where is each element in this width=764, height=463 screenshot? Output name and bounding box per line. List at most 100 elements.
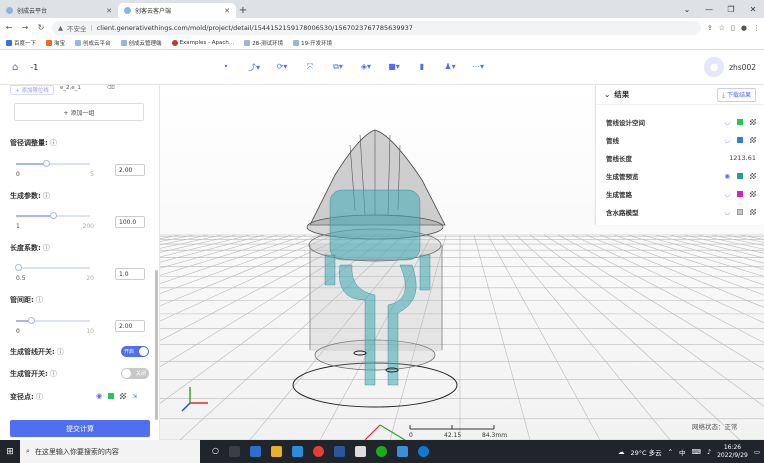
- more-icon[interactable]: ⋯▾: [470, 62, 486, 73]
- slider-handle[interactable]: [27, 317, 35, 324]
- eye-closed-icon[interactable]: ◡: [724, 190, 730, 198]
- pipe-diameter-slider[interactable]: [16, 160, 90, 167]
- windows-start-icon[interactable]: ⊞: [0, 440, 20, 463]
- pipe-diameter-input[interactable]: 2.00: [115, 164, 145, 176]
- bookmark-item[interactable]: 19-开发环境: [293, 39, 332, 47]
- slider-handle[interactable]: [50, 212, 57, 219]
- eye-closed-icon[interactable]: ◡: [724, 136, 730, 144]
- pipe-spacing-input[interactable]: 2.00: [115, 320, 145, 332]
- user-menu[interactable]: ● zhs002: [704, 57, 756, 77]
- color-swatch[interactable]: [737, 119, 743, 125]
- pick-icon[interactable]: ⇲: [132, 393, 137, 400]
- share-icon[interactable]: ⇪: [707, 24, 713, 32]
- app-icon[interactable]: [249, 446, 261, 457]
- submit-button[interactable]: 提交计算: [10, 420, 150, 437]
- sidebar-icon[interactable]: ▯: [731, 24, 735, 32]
- eye-closed-icon[interactable]: ◡: [724, 118, 730, 126]
- fit-icon[interactable]: ⤧: [302, 62, 318, 73]
- bookmark-item[interactable]: Examples - Apach...: [171, 40, 234, 46]
- volume-icon[interactable]: ♪: [707, 448, 711, 456]
- add-group-button[interactable]: + 添加一组: [14, 103, 144, 121]
- weather-text[interactable]: 29°C 多云: [630, 447, 661, 457]
- split-icon[interactable]: ▮: [414, 62, 430, 73]
- edge-icon[interactable]: [417, 446, 429, 457]
- browser-tab-client[interactable]: 创客云客户端 ✕: [118, 3, 236, 18]
- explorer-icon[interactable]: [270, 446, 282, 457]
- restore-icon[interactable]: ❐: [720, 0, 742, 18]
- scrollbar[interactable]: [155, 270, 158, 420]
- result-row: 含水路模型 ◡: [606, 207, 756, 217]
- close-icon[interactable]: ✕: [106, 7, 112, 15]
- slider-handle[interactable]: [15, 264, 23, 271]
- scale-label: 0: [409, 432, 413, 439]
- person-tool-icon[interactable]: ♟▾: [442, 62, 458, 73]
- chevron-up-icon[interactable]: ⌃: [668, 448, 673, 456]
- pipeline-toggle[interactable]: 开启: [121, 346, 149, 357]
- eye-icon[interactable]: ◉: [96, 392, 102, 400]
- dot-icon[interactable]: •: [218, 62, 234, 73]
- menu-icon[interactable]: ⋮: [753, 24, 760, 32]
- notification-icon[interactable]: ▭: [754, 448, 760, 456]
- keyboard-icon[interactable]: ⌨: [692, 448, 701, 456]
- box-tool-icon[interactable]: ⧉▾: [330, 62, 346, 73]
- bookmark-item[interactable]: 创成云平台: [75, 39, 111, 47]
- app-icon[interactable]: [291, 446, 303, 457]
- color-swatch[interactable]: [737, 173, 743, 179]
- length-coef-input[interactable]: 1.0: [115, 268, 145, 280]
- add-limit-line-button[interactable]: + 添加限位线: [10, 85, 54, 95]
- layer-tool-icon[interactable]: ◈▾: [358, 62, 374, 73]
- pipe-tool-icon[interactable]: ⤴▾: [246, 62, 262, 73]
- word-icon[interactable]: [333, 446, 345, 457]
- forward-icon[interactable]: →: [20, 23, 30, 32]
- eraser-icon[interactable]: ⌫: [107, 85, 115, 95]
- pipe-spacing-slider[interactable]: [16, 317, 90, 324]
- opacity-icon[interactable]: [120, 393, 127, 399]
- close-window-icon[interactable]: ✕: [742, 0, 764, 18]
- color-swatch[interactable]: [737, 137, 743, 143]
- color-swatch[interactable]: [108, 393, 115, 399]
- task-view-icon[interactable]: ○: [212, 446, 219, 457]
- chevron-down-icon[interactable]: ⌄: [604, 90, 610, 99]
- clock[interactable]: 16:26 2022/9/29: [717, 444, 748, 460]
- eye-icon[interactable]: ◉: [724, 172, 730, 180]
- url-input[interactable]: ▲ 不安全 | client.generativethings.com/mold…: [52, 20, 701, 35]
- close-icon[interactable]: ✕: [224, 7, 230, 15]
- ime-indicator[interactable]: 中: [679, 447, 686, 457]
- app-icon[interactable]: [396, 446, 408, 457]
- back-icon[interactable]: ←: [4, 23, 14, 32]
- app-icon[interactable]: [354, 446, 366, 457]
- wechat-icon[interactable]: [375, 446, 387, 457]
- gen-params-input[interactable]: 100.0: [115, 216, 145, 228]
- taskbar-search-input[interactable]: ⌕ 在这里输入你要搜索的内容: [20, 440, 200, 463]
- rotate-tool-icon[interactable]: ⟳▾: [274, 62, 290, 73]
- new-tab-button[interactable]: +: [236, 3, 250, 18]
- reload-icon[interactable]: ↻: [36, 23, 46, 32]
- bookmark-item[interactable]: 淘宝: [46, 39, 65, 47]
- home-icon[interactable]: ⌂: [12, 62, 18, 73]
- bookmark-item[interactable]: 28-测试环境: [244, 39, 283, 47]
- opacity-icon[interactable]: [750, 209, 756, 215]
- pipe-toggle[interactable]: 关闭: [121, 368, 149, 379]
- download-results-button[interactable]: ⤓ 下载结果: [717, 87, 756, 102]
- cube-tool-icon[interactable]: ■▾: [386, 62, 402, 73]
- browser-tab-platform[interactable]: 创成云平台 ✕: [0, 3, 118, 18]
- eye-closed-icon[interactable]: ◡: [724, 208, 730, 216]
- pipe-diameter-label: 管径调整量: ⓘ: [10, 139, 57, 147]
- bookmark-item[interactable]: 创成云管理端: [120, 39, 162, 47]
- opacity-icon[interactable]: [750, 173, 756, 179]
- length-coef-slider[interactable]: [15, 264, 90, 271]
- chrome-icon[interactable]: [312, 446, 324, 457]
- profile-icon[interactable]: ●: [741, 24, 747, 32]
- opacity-icon[interactable]: [750, 137, 756, 143]
- minimize-icon[interactable]: —: [698, 0, 720, 18]
- chevron-down-icon[interactable]: ⌄: [676, 0, 698, 18]
- opacity-icon[interactable]: [750, 119, 756, 125]
- color-swatch[interactable]: [737, 191, 743, 197]
- star-icon[interactable]: ☆: [719, 24, 725, 32]
- bookmark-item[interactable]: 百度一下: [6, 39, 36, 47]
- gen-params-slider[interactable]: [16, 212, 90, 219]
- opacity-icon[interactable]: [750, 191, 756, 197]
- color-swatch[interactable]: [737, 209, 743, 215]
- slider-handle[interactable]: [42, 160, 50, 167]
- widgets-icon[interactable]: [228, 446, 240, 457]
